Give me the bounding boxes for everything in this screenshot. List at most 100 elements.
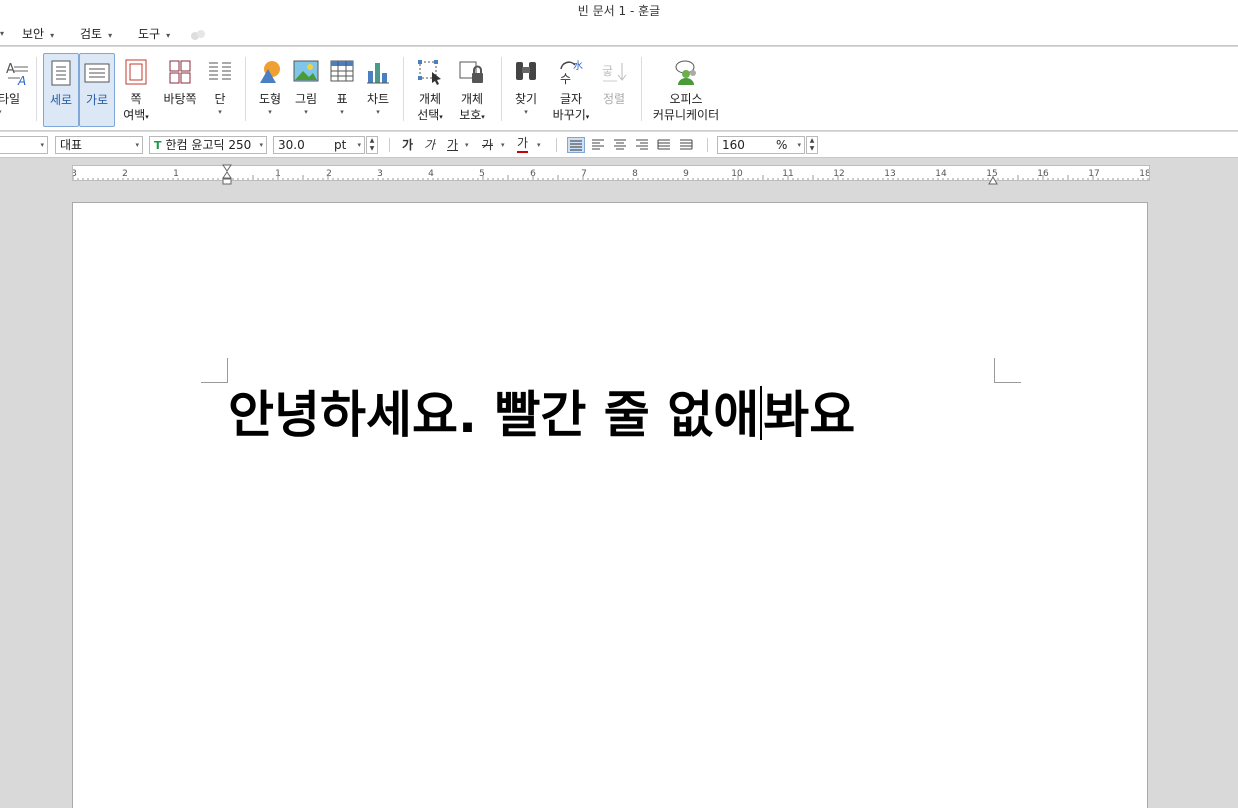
page-margin-button[interactable]: 쪽 여백▾ [118,53,154,127]
font-size-value: 30.0 [278,138,305,152]
style-select-value: 대표 [60,138,83,152]
chevron-down-icon[interactable]: ▾ [0,22,4,46]
align-left-icon [592,139,604,150]
find-button[interactable]: 찾기 ▾ [508,53,544,127]
sort-button[interactable]: 긓 정렬 [596,53,632,127]
zoom-unit: % [776,138,788,152]
font-color-button[interactable]: 가 [517,137,529,153]
align-left-button[interactable] [590,137,608,153]
bold-button[interactable]: 가 [402,137,413,153]
separator [36,57,37,121]
shape-icon [258,59,282,89]
separator [245,57,246,121]
picture-button[interactable]: 그림 ▾ [288,53,324,127]
ruler-label: 14 [935,169,947,179]
zoom-stepper[interactable]: ▲ ▼ [806,136,818,154]
style-select[interactable]: 대표 ▾ [55,136,143,154]
ruler-label: 3 [73,169,77,179]
svg-text:A: A [17,74,26,87]
font-select-value: 한컴 윤고딕 250 [165,138,252,152]
replace-button[interactable]: 水수 글자 바꾸기▾ [550,53,592,127]
ruler-label: 7 [581,169,587,179]
chevron-down-icon: ▾ [357,141,361,149]
portrait-button[interactable]: 세로 [43,53,79,127]
language-combo[interactable]: ▾ [0,136,48,154]
chevron-down-icon: ▾ [50,31,55,40]
menu-security-label: 보안 [22,27,45,41]
right-indent-marker[interactable] [988,174,998,188]
sort-icon-glyph: 긓 [602,64,613,78]
master-page-icon [169,59,191,89]
menu-tools[interactable]: 도구 ▾ [138,22,170,46]
document-text[interactable]: 안녕하세요. 빨간 줄 없애봐요 [228,375,855,447]
chevron-down-icon[interactable]: ▾ [537,137,541,153]
sort-label: 정렬 [602,92,626,106]
font-type-icon: T [154,139,162,152]
text-cursor [760,386,763,440]
replace-icon-glyph-1: 수 [560,72,571,85]
chevron-down-icon: ▾ [166,31,171,40]
landscape-button[interactable]: 가로 [79,53,115,127]
text-before-cursor: 안녕하세요. 빨간 줄 없애 [228,386,760,444]
protect-object-label: 개체 보호▾ [459,92,485,122]
font-size-select[interactable]: 30.0 pt ▾ [273,136,365,154]
align-center-icon [614,139,626,150]
shape-label: 도형 ▾ [258,92,282,116]
align-split-icon [680,139,693,150]
select-object-button[interactable]: 개체 선택▾ [410,53,450,127]
menu-bar: ▾ 보안 ▾ 검토 ▾ 도구 ▾ [0,22,1238,46]
replace-icon: 水수 [557,59,585,89]
portrait-page-icon [51,60,71,90]
svg-text:A: A [6,62,15,77]
chart-label: 차트 ▾ [366,92,390,116]
align-split-button[interactable] [678,137,696,153]
office-communicator-button[interactable]: 오피스 커뮤니케이터 [650,53,722,127]
align-center-button[interactable] [612,137,630,153]
sort-icon: 긓 [601,59,627,89]
zoom-select[interactable]: 160% ▾ [717,136,805,154]
separator [389,138,390,152]
ribbon-toolbar: AA 타일▾ 세로 가로 쪽여백▾ 바탕쪽 단▾ [0,47,1238,131]
chevron-down-icon[interactable]: ▾ [501,137,505,153]
strikethrough-button[interactable]: 가 [482,137,493,153]
style-button[interactable]: AA 타일▾ [0,53,30,127]
document-page[interactable]: 안녕하세요. 빨간 줄 없애봐요 [72,202,1148,808]
ruler-label: 1 [173,169,179,179]
style-icon: AA [6,59,30,91]
underline-button[interactable]: 가 [447,137,458,153]
align-justify-button[interactable] [567,137,585,153]
table-button[interactable]: 표 ▾ [324,53,360,127]
shape-button[interactable]: 도형 ▾ [252,53,288,127]
ruler-label: 2 [122,169,128,179]
chevron-down-icon: ▾ [257,137,263,153]
separator [707,138,708,152]
ruler-label: 9 [683,169,689,179]
chart-button[interactable]: 차트 ▾ [360,53,396,127]
menu-review-label: 검토 [80,27,103,41]
master-page-button[interactable]: 바탕쪽 [160,53,200,127]
separator [556,138,557,152]
indent-marker[interactable] [222,164,232,189]
ruler-label: 5 [479,169,485,179]
table-icon [330,59,354,87]
style-label: 타일▾ [0,92,21,116]
chevron-down-icon: ▾ [108,31,113,40]
picture-label: 그림 ▾ [294,92,318,116]
page-margin-icon [125,59,147,89]
chevron-down-icon[interactable]: ▾ [465,137,469,153]
columns-button[interactable]: 단 ▾ [204,53,236,127]
columns-label: 단 ▾ [214,92,226,116]
menu-security[interactable]: 보안 ▾ [22,22,54,46]
margin-corner-mark [201,358,228,383]
replace-icon-glyph-2: 水 [573,60,583,72]
office-communicator-label: 오피스 커뮤니케이터 [652,92,720,122]
align-right-button[interactable] [634,137,652,153]
font-size-stepper[interactable]: ▲ ▼ [366,136,378,154]
menu-review[interactable]: 검토 ▾ [80,22,112,46]
font-select[interactable]: T 한컴 윤고딕 250 ▾ [149,136,267,154]
ruler-label: 18 [1139,169,1149,179]
italic-button[interactable]: 가 [424,137,435,153]
protect-object-button[interactable]: 개체 보호▾ [452,53,492,127]
align-distribute-button[interactable] [656,137,674,153]
window-title: 빈 문서 1 - 훈글 [577,4,661,18]
